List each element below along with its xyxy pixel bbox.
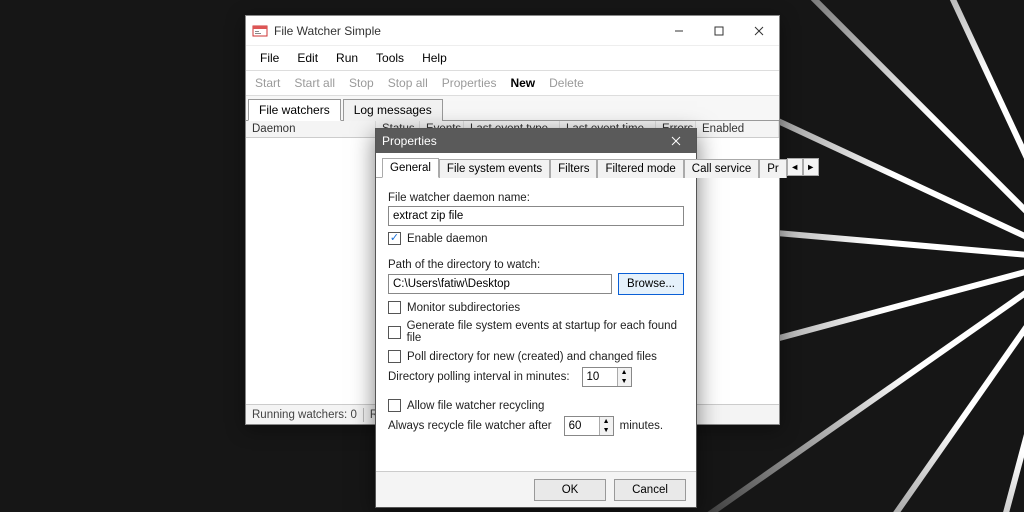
dialog-footer: OK Cancel bbox=[376, 471, 696, 507]
main-tabs: File watchers Log messages bbox=[246, 96, 779, 121]
recycle-minutes-down[interactable]: ▼ bbox=[599, 426, 613, 435]
main-titlebar[interactable]: File Watcher Simple bbox=[246, 16, 779, 46]
dialog-body: File watcher daemon name: Enable daemon … bbox=[376, 178, 696, 446]
generate-events-label: Generate file system events at startup f… bbox=[407, 320, 684, 344]
app-icon bbox=[252, 23, 268, 39]
toolbar-delete[interactable]: Delete bbox=[542, 73, 591, 93]
poll-directory-checkbox[interactable] bbox=[388, 350, 401, 363]
dialog-titlebar[interactable]: Properties bbox=[376, 129, 696, 153]
allow-recycling-label: Allow file watcher recycling bbox=[407, 400, 544, 412]
status-watchers-value: 0 bbox=[350, 409, 356, 421]
daemon-name-input[interactable] bbox=[388, 206, 684, 226]
properties-dialog: Properties General File system events Fi… bbox=[375, 128, 697, 508]
toolbar-stop[interactable]: Stop bbox=[342, 73, 381, 93]
menu-tools[interactable]: Tools bbox=[368, 48, 412, 68]
path-label: Path of the directory to watch: bbox=[388, 259, 684, 271]
tabs-scroll-left[interactable]: ◄ bbox=[787, 158, 803, 176]
toolbar-properties[interactable]: Properties bbox=[435, 73, 504, 93]
toolbar: Start Start all Stop Stop all Properties… bbox=[246, 71, 779, 96]
tab-log-messages[interactable]: Log messages bbox=[343, 99, 443, 121]
maximize-button[interactable] bbox=[699, 16, 739, 45]
name-label: File watcher daemon name: bbox=[388, 192, 684, 204]
dialog-close-button[interactable] bbox=[662, 129, 690, 153]
ok-button[interactable]: OK bbox=[534, 479, 606, 501]
menu-file[interactable]: File bbox=[252, 48, 287, 68]
dialog-tab-general[interactable]: General bbox=[382, 158, 439, 178]
monitor-subdirs-checkbox[interactable] bbox=[388, 301, 401, 314]
col-daemon[interactable]: Daemon bbox=[246, 121, 376, 137]
col-enabled[interactable]: Enabled bbox=[696, 121, 779, 137]
poll-interval-spinner[interactable]: ▲▼ bbox=[582, 367, 632, 387]
window-title: File Watcher Simple bbox=[274, 24, 381, 38]
dialog-title: Properties bbox=[382, 134, 437, 148]
tabs-scroll-right[interactable]: ► bbox=[803, 158, 819, 176]
poll-interval-up[interactable]: ▲ bbox=[617, 368, 631, 377]
monitor-subdirs-label: Monitor subdirectories bbox=[407, 302, 520, 314]
toolbar-start-all[interactable]: Start all bbox=[287, 73, 342, 93]
toolbar-start[interactable]: Start bbox=[248, 73, 287, 93]
cancel-button[interactable]: Cancel bbox=[614, 479, 686, 501]
recycle-after-label: Always recycle file watcher after bbox=[388, 420, 552, 432]
toolbar-new[interactable]: New bbox=[503, 73, 542, 93]
recycle-minutes-input[interactable] bbox=[565, 417, 599, 435]
recycle-minutes-up[interactable]: ▲ bbox=[599, 417, 613, 426]
poll-interval-input[interactable] bbox=[583, 368, 617, 386]
enable-daemon-checkbox[interactable] bbox=[388, 232, 401, 245]
dialog-tab-truncated[interactable]: Pr bbox=[759, 159, 787, 178]
dialog-tab-fsevents[interactable]: File system events bbox=[439, 159, 550, 178]
minimize-button[interactable] bbox=[659, 16, 699, 45]
dialog-tab-filters[interactable]: Filters bbox=[550, 159, 597, 178]
browse-button[interactable]: Browse... bbox=[618, 273, 684, 295]
recycle-minutes-unit: minutes. bbox=[620, 420, 663, 432]
dialog-tab-call-service[interactable]: Call service bbox=[684, 159, 759, 178]
tab-file-watchers[interactable]: File watchers bbox=[248, 99, 341, 121]
allow-recycling-checkbox[interactable] bbox=[388, 399, 401, 412]
menu-help[interactable]: Help bbox=[414, 48, 455, 68]
toolbar-stop-all[interactable]: Stop all bbox=[381, 73, 435, 93]
menu-run[interactable]: Run bbox=[328, 48, 366, 68]
poll-interval-label: Directory polling interval in minutes: bbox=[388, 371, 570, 383]
path-input[interactable] bbox=[388, 274, 612, 294]
dialog-tab-filtered-mode[interactable]: Filtered mode bbox=[597, 159, 683, 178]
enable-daemon-label: Enable daemon bbox=[407, 233, 488, 245]
recycle-minutes-spinner[interactable]: ▲▼ bbox=[564, 416, 614, 436]
poll-interval-down[interactable]: ▼ bbox=[617, 377, 631, 386]
close-button[interactable] bbox=[739, 16, 779, 45]
menubar: File Edit Run Tools Help bbox=[246, 46, 779, 71]
dialog-tabs: General File system events Filters Filte… bbox=[376, 153, 696, 178]
poll-directory-label: Poll directory for new (created) and cha… bbox=[407, 351, 657, 363]
generate-events-checkbox[interactable] bbox=[388, 326, 401, 339]
status-watchers-label: Running watchers: bbox=[252, 409, 347, 421]
menu-edit[interactable]: Edit bbox=[289, 48, 326, 68]
